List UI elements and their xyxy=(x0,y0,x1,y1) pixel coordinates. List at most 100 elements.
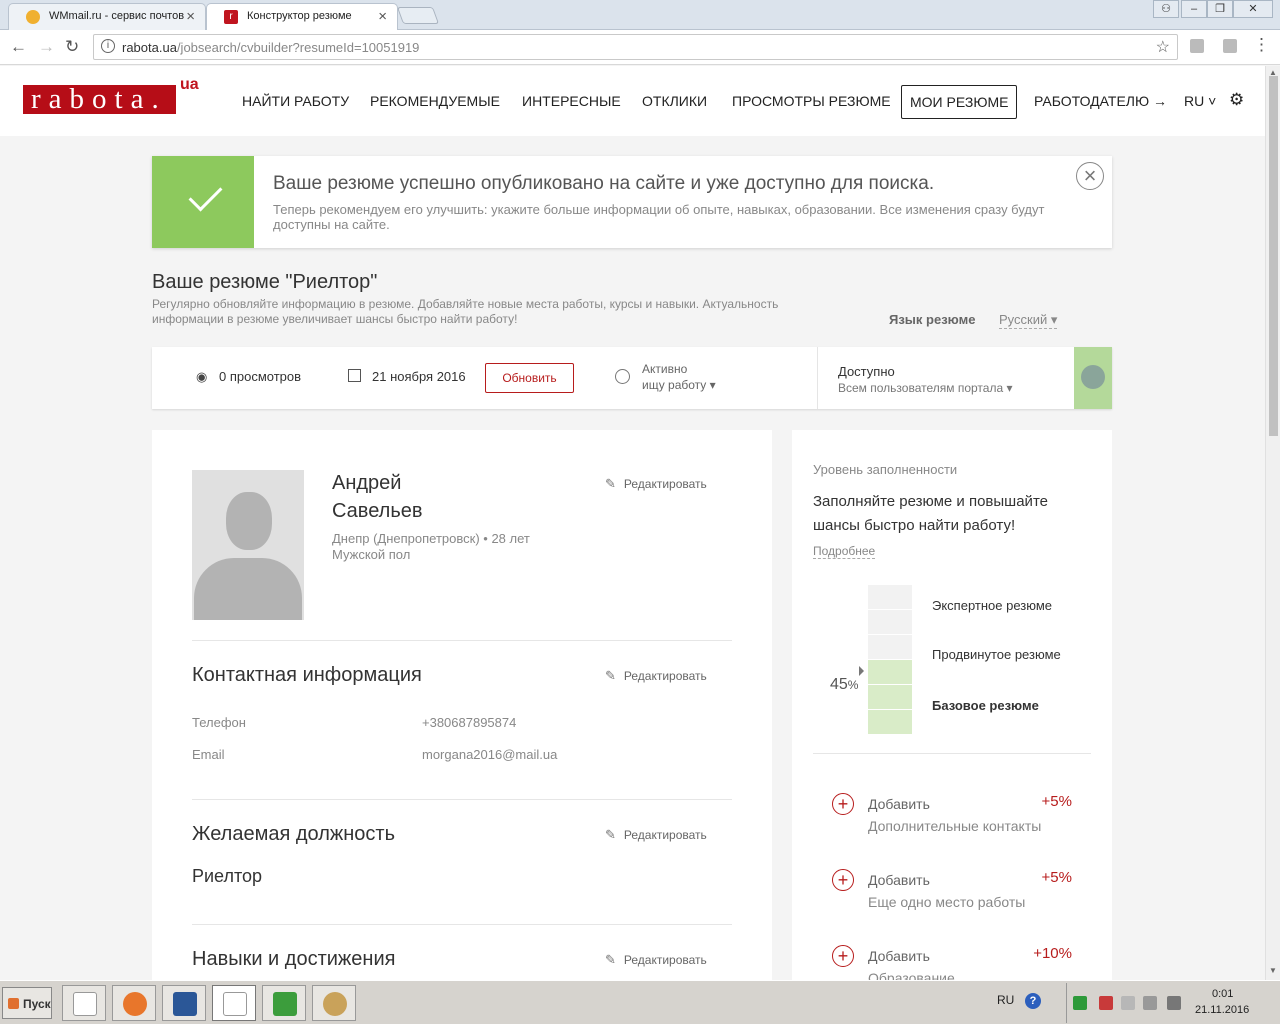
completeness-title: Уровень заполненности xyxy=(813,462,958,477)
nav-employer[interactable]: РАБОТОДАТЕЛЮ → xyxy=(1034,93,1167,109)
email-label: Email xyxy=(192,747,225,762)
url-host: rabota.ua xyxy=(122,40,177,55)
taskbar-notepad-button[interactable] xyxy=(212,985,256,1021)
add-action[interactable]: Добавить xyxy=(868,948,930,964)
display-icon[interactable] xyxy=(1143,996,1157,1010)
resume-language-label: Язык резюме xyxy=(889,312,976,327)
close-tab-icon[interactable]: × xyxy=(186,8,195,25)
meter-segment xyxy=(868,710,912,734)
alert-title: Ваше резюме успешно опубликовано на сайт… xyxy=(273,173,935,194)
availability-select[interactable]: Всем пользователям портала ▾ xyxy=(838,381,1013,395)
network-icon[interactable] xyxy=(1099,996,1113,1010)
logo-suffix: ua xyxy=(180,76,199,93)
taskbar-document-button[interactable] xyxy=(62,985,106,1021)
nav-resume-views[interactable]: ПРОСМОТРЫ РЕЗЮМЕ xyxy=(732,93,891,109)
browser-tab-cvbuilder[interactable]: r Конструктор резюме × xyxy=(206,3,398,30)
address-bar[interactable]: i rabota.ua/jobsearch/cvbuilder?resumeId… xyxy=(93,34,1178,60)
add-action[interactable]: Добавить xyxy=(868,872,930,888)
gear-icon[interactable]: ⚙ xyxy=(1229,90,1244,110)
nav-responses[interactable]: ОТКЛИКИ xyxy=(642,93,707,109)
help-icon[interactable]: ? xyxy=(1025,993,1041,1009)
extension-icon[interactable] xyxy=(1190,39,1204,53)
nav-recommended[interactable]: РЕКОМЕНДУЕМЫЕ xyxy=(370,93,500,109)
edit-contacts-button[interactable]: ✎ Редактировать xyxy=(605,668,707,684)
taskbar-firefox-button[interactable] xyxy=(112,985,156,1021)
status-select[interactable]: ищу работу ▾ xyxy=(642,378,716,392)
plus-icon[interactable]: + xyxy=(832,793,854,815)
taskbar-word-button[interactable] xyxy=(162,985,206,1021)
minimize-icon[interactable]: – xyxy=(1181,0,1207,18)
url-path: /jobsearch/cvbuilder?resumeId=10051919 xyxy=(176,40,420,55)
language-selector[interactable]: RU ˅ xyxy=(1184,93,1216,109)
browser-tab-strip: WMmail.ru - сервис почтов × r Конструкто… xyxy=(0,0,1280,30)
divider xyxy=(813,753,1091,754)
check-icon xyxy=(152,156,254,248)
menu-icon[interactable]: ⋮ xyxy=(1253,35,1270,55)
taskbar-vpn-button[interactable] xyxy=(262,985,306,1021)
resume-status-bar: ◉ 0 просмотров 21 ноября 2016 Обновить А… xyxy=(152,347,1112,409)
browser-tab-wmmail[interactable]: WMmail.ru - сервис почтов × xyxy=(8,3,206,30)
position-value: Риелтор xyxy=(192,866,263,886)
browser-toolbar: ← → ↻ i rabota.ua/jobsearch/cvbuilder?re… xyxy=(0,30,1280,65)
site-logo[interactable]: rabota. xyxy=(23,85,176,114)
city-age: Днепр (Днепропетровск) • 28 лет xyxy=(332,531,530,546)
level-expert: Экспертное резюме xyxy=(932,598,1053,613)
edit-profile-button[interactable]: ✎ Редактировать xyxy=(605,476,707,492)
calendar-icon xyxy=(348,369,361,382)
avatar[interactable] xyxy=(192,470,304,620)
taskbar-paint-button[interactable] xyxy=(312,985,356,1021)
percent-value: 45 xyxy=(830,676,848,693)
page-subtitle: Регулярно обновляйте информацию в резюме… xyxy=(152,297,779,326)
page-scrollbar[interactable]: ▲ ▼ xyxy=(1265,66,1280,980)
pencil-icon: ✎ xyxy=(605,476,616,491)
nav-my-resumes[interactable]: МОИ РЕЗЮМЕ xyxy=(901,85,1018,119)
tray-icon[interactable] xyxy=(1121,996,1135,1010)
more-link[interactable]: Подробнее xyxy=(813,544,876,559)
divider xyxy=(817,347,818,409)
edit-skills-button[interactable]: ✎ Редактировать xyxy=(605,952,707,968)
bookmark-star-icon[interactable]: ☆ xyxy=(1156,37,1170,57)
nav-interesting[interactable]: ИНТЕРЕСНЫЕ xyxy=(522,93,621,109)
resume-language-select[interactable]: Русский ▾ xyxy=(999,312,1058,329)
level-basic: Базовое резюме xyxy=(932,698,1039,713)
divider xyxy=(192,640,732,641)
scroll-down-icon[interactable]: ▼ xyxy=(1269,966,1277,975)
meter-segment xyxy=(868,685,912,709)
start-button[interactable]: Пуск xyxy=(2,987,52,1019)
divider xyxy=(192,924,732,925)
scrollbar-thumb[interactable] xyxy=(1269,76,1278,436)
add-gain: +10% xyxy=(1033,945,1072,962)
forward-icon[interactable]: → xyxy=(38,37,55,57)
add-action[interactable]: Добавить xyxy=(868,796,930,812)
keyboard-layout[interactable]: RU xyxy=(997,993,1014,1007)
email-value: morgana2016@mail.ua xyxy=(422,747,558,762)
meter-segment xyxy=(868,610,912,634)
edit-label: Редактировать xyxy=(623,477,707,491)
close-alert-icon[interactable]: × xyxy=(1076,162,1104,190)
close-tab-icon[interactable]: × xyxy=(378,8,387,25)
info-icon[interactable]: i xyxy=(101,39,115,53)
user-icon[interactable]: ⚇ xyxy=(1153,0,1179,18)
eye-icon: ◉ xyxy=(196,369,208,384)
plus-icon[interactable]: + xyxy=(832,945,854,967)
pencil-icon: ✎ xyxy=(605,668,616,683)
nav-find-job[interactable]: НАЙТИ РАБОТУ xyxy=(242,93,349,109)
shield-icon[interactable] xyxy=(1073,996,1087,1010)
edit-label: Редактировать xyxy=(623,669,707,683)
update-button[interactable]: Обновить xyxy=(485,363,574,393)
restore-icon[interactable]: ❐ xyxy=(1207,0,1233,18)
globe-icon xyxy=(1074,347,1112,409)
reload-icon[interactable]: ↻ xyxy=(65,37,79,57)
close-window-icon[interactable]: ✕ xyxy=(1233,0,1273,18)
meter-segment xyxy=(868,660,912,684)
avatar-head xyxy=(226,492,272,550)
plus-icon[interactable]: + xyxy=(832,869,854,891)
back-icon[interactable]: ← xyxy=(10,37,27,57)
contacts-heading: Контактная информация xyxy=(192,664,422,686)
extension-icon[interactable] xyxy=(1223,39,1237,53)
new-tab-button[interactable] xyxy=(396,7,440,24)
edit-position-button[interactable]: ✎ Редактировать xyxy=(605,827,707,843)
speaker-icon[interactable] xyxy=(1167,996,1181,1010)
add-gain: +5% xyxy=(1041,869,1072,886)
tab-title: Конструктор резюме xyxy=(247,10,352,22)
